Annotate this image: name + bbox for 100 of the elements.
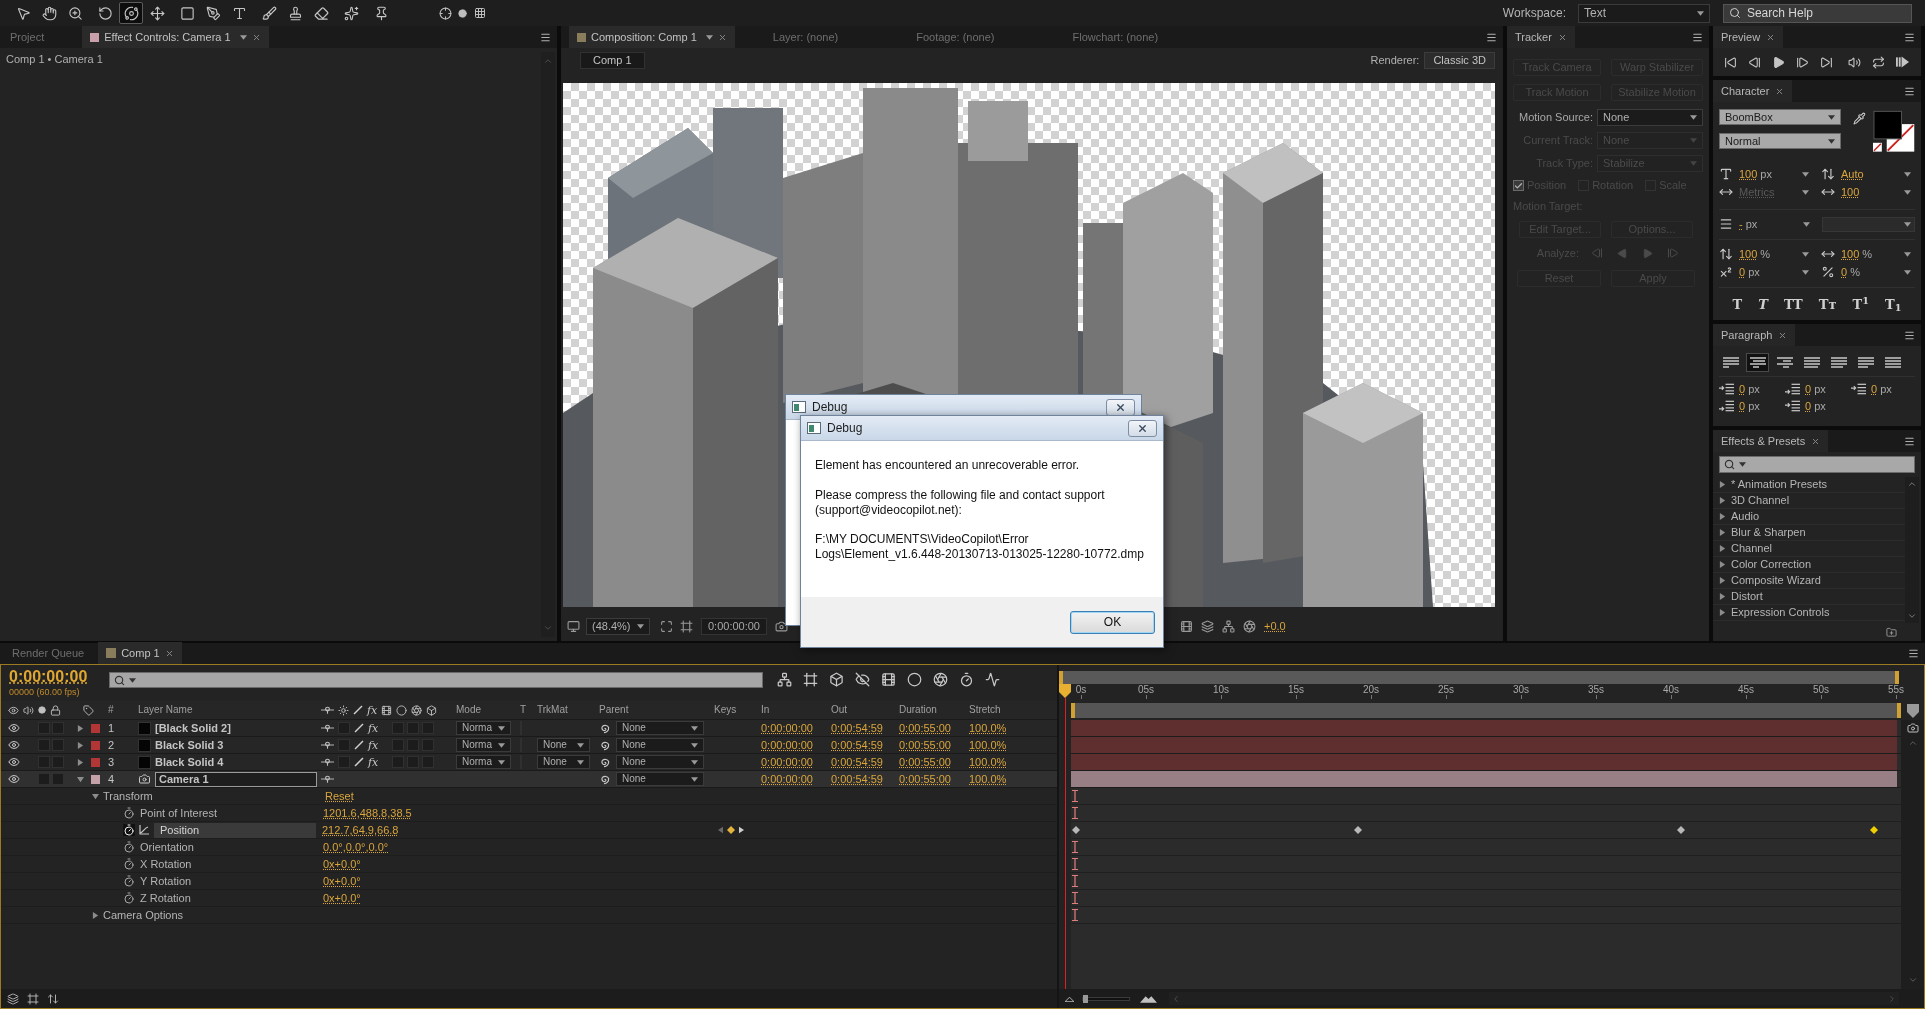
monitor-icon[interactable] — [567, 619, 580, 633]
time-value[interactable]: 0:00:54:59 — [831, 738, 883, 751]
keyframe-icon[interactable] — [727, 826, 735, 834]
stretch-value[interactable]: 100.0% — [969, 772, 1007, 785]
panel-menu-icon[interactable] — [540, 31, 551, 43]
time-value[interactable]: 0:00:54:59 — [831, 721, 883, 734]
search-help-input[interactable]: Search Help — [1746, 6, 1906, 20]
stopwatch-icon[interactable] — [123, 841, 135, 853]
disclosure-triangle-icon[interactable] — [1719, 481, 1726, 488]
effects-switch[interactable]: fx — [368, 739, 379, 751]
keyframe-marker[interactable] — [1870, 826, 1879, 834]
grid-icon[interactable] — [803, 672, 818, 687]
value-field[interactable]: 100 — [1739, 248, 1758, 260]
property-value[interactable]: 212.7,64.9,66.8 — [322, 823, 399, 836]
close-icon[interactable] — [717, 32, 727, 42]
search-field[interactable] — [1719, 456, 1915, 473]
effects-switch[interactable]: fx — [368, 756, 379, 768]
play-icon[interactable] — [1772, 55, 1785, 69]
panel-tab[interactable]: Composition: Comp 1 — [569, 26, 735, 48]
search-help-field[interactable]: Search Help — [1723, 3, 1912, 23]
time-value[interactable]: 0:00:55:00 — [899, 738, 951, 751]
stopwatch-icon[interactable] — [123, 807, 135, 819]
effects-list-item[interactable]: * Animation Presets — [1713, 477, 1905, 493]
panel-menu-icon[interactable] — [1908, 648, 1919, 659]
property-name[interactable]: Orientation — [140, 839, 317, 855]
layer-search-field[interactable] — [109, 672, 763, 688]
value-field[interactable]: 100 — [1841, 186, 1860, 198]
lock-icon[interactable] — [50, 704, 61, 716]
skip-back-icon[interactable] — [1724, 55, 1737, 69]
close-icon[interactable] — [1775, 86, 1785, 96]
disclosure-triangle-icon[interactable] — [91, 792, 99, 800]
value-field[interactable]: Auto — [1841, 168, 1864, 180]
type-style-button[interactable]: TT — [1781, 296, 1805, 312]
flowchart-icon[interactable] — [777, 672, 792, 687]
effects-list-item[interactable]: Distort — [1713, 589, 1905, 605]
keyframe-marker[interactable] — [1353, 826, 1362, 834]
grid-icon[interactable] — [27, 992, 39, 1005]
eye-icon[interactable] — [8, 756, 20, 768]
step-back-icon[interactable] — [1748, 55, 1761, 69]
stretch-value[interactable]: 100.0% — [969, 738, 1007, 751]
panel-tab[interactable]: Effects & Presets — [1713, 430, 1829, 452]
spiral-icon[interactable] — [599, 756, 610, 768]
dot-icon[interactable] — [38, 706, 46, 714]
line-knob-icon[interactable] — [321, 758, 334, 766]
blend-mode-dropdown[interactable]: Norma — [456, 721, 511, 735]
zoom-slider-track[interactable] — [1082, 996, 1130, 1001]
parent-dropdown[interactable]: None — [616, 738, 704, 752]
timecode-field[interactable]: 0:00:00:00 — [701, 617, 767, 635]
eye-off-icon[interactable] — [855, 672, 870, 687]
eye-icon[interactable] — [8, 773, 20, 785]
film-icon[interactable] — [1180, 619, 1193, 633]
spiral-icon[interactable] — [599, 722, 610, 734]
close-icon[interactable] — [1557, 32, 1567, 42]
time-value[interactable]: 0:00:00:00 — [761, 772, 813, 785]
disclosure-triangle-icon[interactable] — [1719, 609, 1726, 616]
type-style-button[interactable]: T — [1756, 296, 1770, 312]
sun-icon[interactable] — [338, 704, 349, 716]
stretch-value[interactable]: 100.0% — [969, 755, 1007, 768]
column-header[interactable]: In — [761, 704, 770, 715]
grid-icon[interactable] — [474, 7, 486, 19]
layer-row[interactable]: 1 [Black Solid 2] fx Norma None 0:00:00:00 0:00:54:59 0:00:55:00 100.0% — [1, 720, 1057, 737]
circle-icon[interactable] — [396, 704, 408, 716]
effects-switch-header[interactable]: fx — [367, 704, 378, 716]
value-field[interactable]: 0 — [1841, 266, 1848, 278]
disclosure-triangle-icon[interactable] — [76, 724, 84, 732]
type-style-button[interactable]: T$^{1}$ — [1850, 296, 1871, 312]
time-value[interactable]: 0:00:55:00 — [899, 772, 951, 785]
tag-icon[interactable] — [82, 704, 94, 716]
zoom-in-mountain-icon[interactable] — [1140, 994, 1157, 1003]
type-style-button[interactable]: T$_{1}$ — [1883, 296, 1904, 312]
flowchart-icon[interactable] — [1222, 619, 1235, 633]
speaker-icon[interactable] — [23, 704, 34, 716]
ok-button[interactable]: OK — [1070, 610, 1155, 634]
close-icon[interactable] — [1766, 32, 1776, 42]
effects-list-item[interactable]: Blur & Sharpen — [1713, 525, 1905, 541]
value-field[interactable]: - — [1739, 218, 1743, 230]
line-knob-icon[interactable] — [321, 741, 334, 749]
effects-list-item[interactable]: Audio — [1713, 509, 1905, 525]
aperture-icon[interactable] — [411, 704, 423, 716]
property-name[interactable]: Z Rotation — [140, 890, 317, 906]
stopwatch-icon[interactable] — [123, 875, 135, 887]
column-header[interactable]: T — [520, 704, 527, 715]
stopwatch-icon[interactable] — [123, 858, 135, 870]
column-header[interactable]: Mode — [456, 704, 481, 715]
aperture-icon[interactable] — [1243, 619, 1256, 633]
close-button[interactable] — [1106, 398, 1135, 416]
scroll-down-icon[interactable] — [1907, 611, 1917, 621]
time-value[interactable]: 0:00:00:00 — [761, 755, 813, 768]
disclosure-triangle-icon[interactable] — [76, 758, 84, 766]
pulse-icon[interactable] — [985, 672, 1000, 687]
panel-tab[interactable]: Render Queue — [4, 642, 93, 664]
value-field[interactable]: 0 — [1871, 383, 1878, 395]
close-icon[interactable] — [164, 648, 174, 658]
layer-row[interactable]: 3 Black Solid 4 fx Norma None None 0:00:00:00 0:00:54:59 0:00:55:00 100.0% — [1, 754, 1057, 771]
stopwatch-icon[interactable] — [959, 672, 974, 687]
cube-icon[interactable] — [426, 704, 438, 716]
tracker-dropdown[interactable]: None — [1597, 109, 1703, 126]
value-field[interactable]: 0 — [1739, 400, 1746, 412]
column-header[interactable]: Parent — [599, 704, 629, 715]
fill-stroke-swatch-icon[interactable] — [1871, 109, 1915, 153]
